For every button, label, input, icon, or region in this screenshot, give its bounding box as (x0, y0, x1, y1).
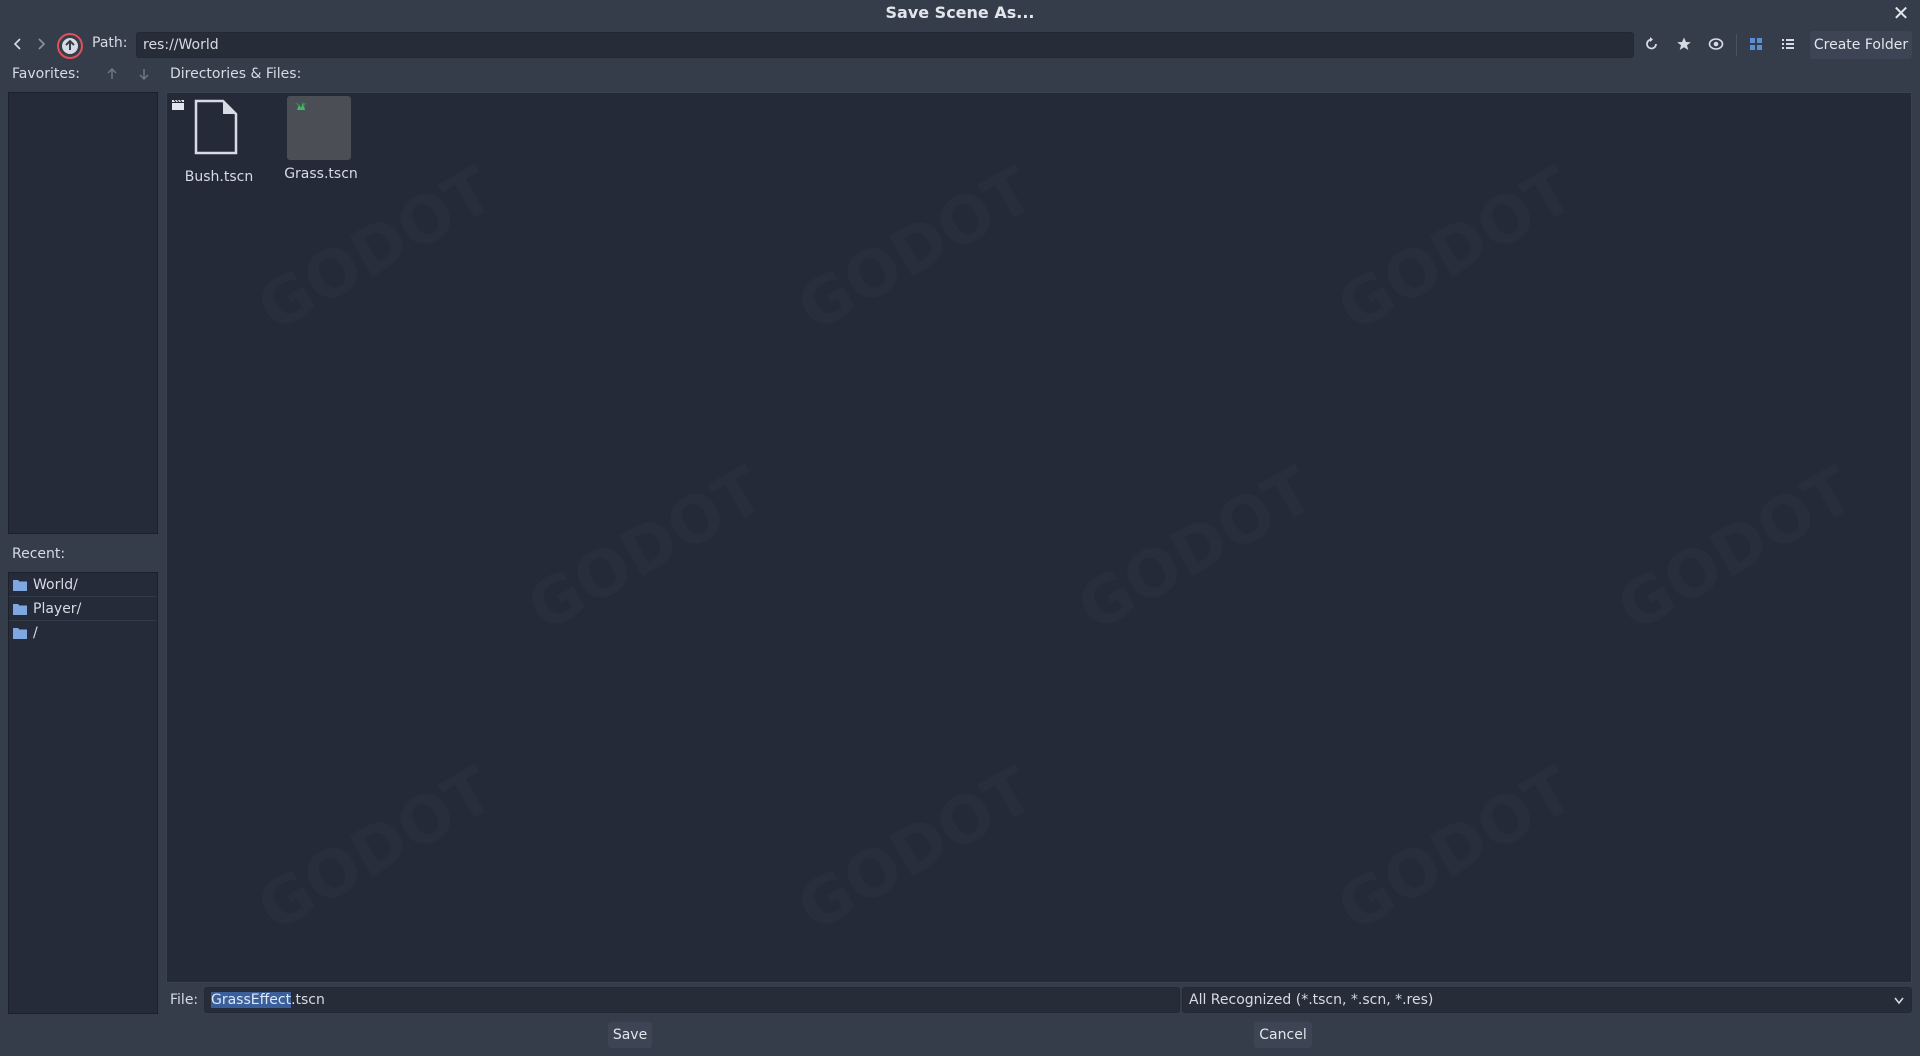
grass-sprite-icon (295, 102, 307, 110)
title-bar: Save Scene As... ✕ (0, 0, 1920, 28)
recent-list[interactable]: World/ Player/ / (8, 572, 158, 1014)
back-icon[interactable] (6, 32, 30, 56)
file-icon (194, 99, 238, 155)
recent-item-root[interactable]: / (9, 621, 157, 645)
show-hidden-icon[interactable] (1704, 32, 1728, 56)
file-name-input[interactable]: GrassEffect.tscn (204, 987, 1180, 1013)
favorite-star-icon[interactable] (1672, 32, 1696, 56)
files-label: Directories & Files: (170, 66, 302, 82)
file-name: Grass.tscn (284, 166, 358, 182)
file-grid[interactable]: GODOT GODOT GODOT GODOT GODOT GODOT GODO… (166, 92, 1912, 983)
filter-select[interactable]: All Recognized (*.tscn, *.scn, *.res) (1182, 987, 1912, 1013)
file-label: File: (170, 992, 199, 1008)
folder-icon (13, 603, 27, 615)
path-input[interactable]: res://World (136, 32, 1634, 58)
grid-view-icon[interactable] (1744, 32, 1768, 56)
move-favorite-down-icon[interactable] (132, 62, 156, 86)
favorites-label: Favorites: (12, 66, 80, 82)
recent-item-label: / (33, 625, 38, 641)
file-item-grass[interactable]: Grass.tscn (279, 96, 363, 188)
scene-thumbnail (287, 96, 351, 160)
create-folder-button[interactable]: Create Folder (1810, 31, 1912, 59)
close-icon[interactable]: ✕ (1890, 1, 1912, 25)
move-favorite-up-icon[interactable] (100, 62, 124, 86)
forward-icon[interactable] (29, 32, 53, 56)
favorites-list[interactable] (8, 92, 158, 534)
list-view-icon[interactable] (1776, 32, 1800, 56)
save-button[interactable]: Save (608, 1022, 652, 1048)
folder-icon (13, 579, 27, 591)
path-label: Path: (92, 35, 128, 51)
recent-item-world[interactable]: World/ (9, 573, 157, 597)
cancel-button[interactable]: Cancel (1254, 1022, 1312, 1048)
recent-item-label: World/ (33, 576, 78, 593)
dialog-title: Save Scene As... (885, 3, 1035, 22)
file-item-bush[interactable]: Bush.tscn (177, 99, 261, 191)
recent-item-player[interactable]: Player/ (9, 597, 157, 621)
file-name: Bush.tscn (184, 169, 254, 185)
recent-item-label: Player/ (33, 600, 82, 617)
toolbar-divider (1736, 34, 1737, 56)
chevron-down-icon (1894, 997, 1904, 1005)
filter-value: All Recognized (*.tscn, *.scn, *.res) (1189, 992, 1434, 1008)
recent-label: Recent: (12, 546, 66, 562)
file-name-extension: .tscn (291, 992, 325, 1008)
refresh-icon[interactable] (1640, 32, 1664, 56)
go-up-icon[interactable] (56, 32, 84, 60)
folder-icon (13, 628, 27, 639)
file-name-selection: GrassEffect (211, 992, 292, 1008)
